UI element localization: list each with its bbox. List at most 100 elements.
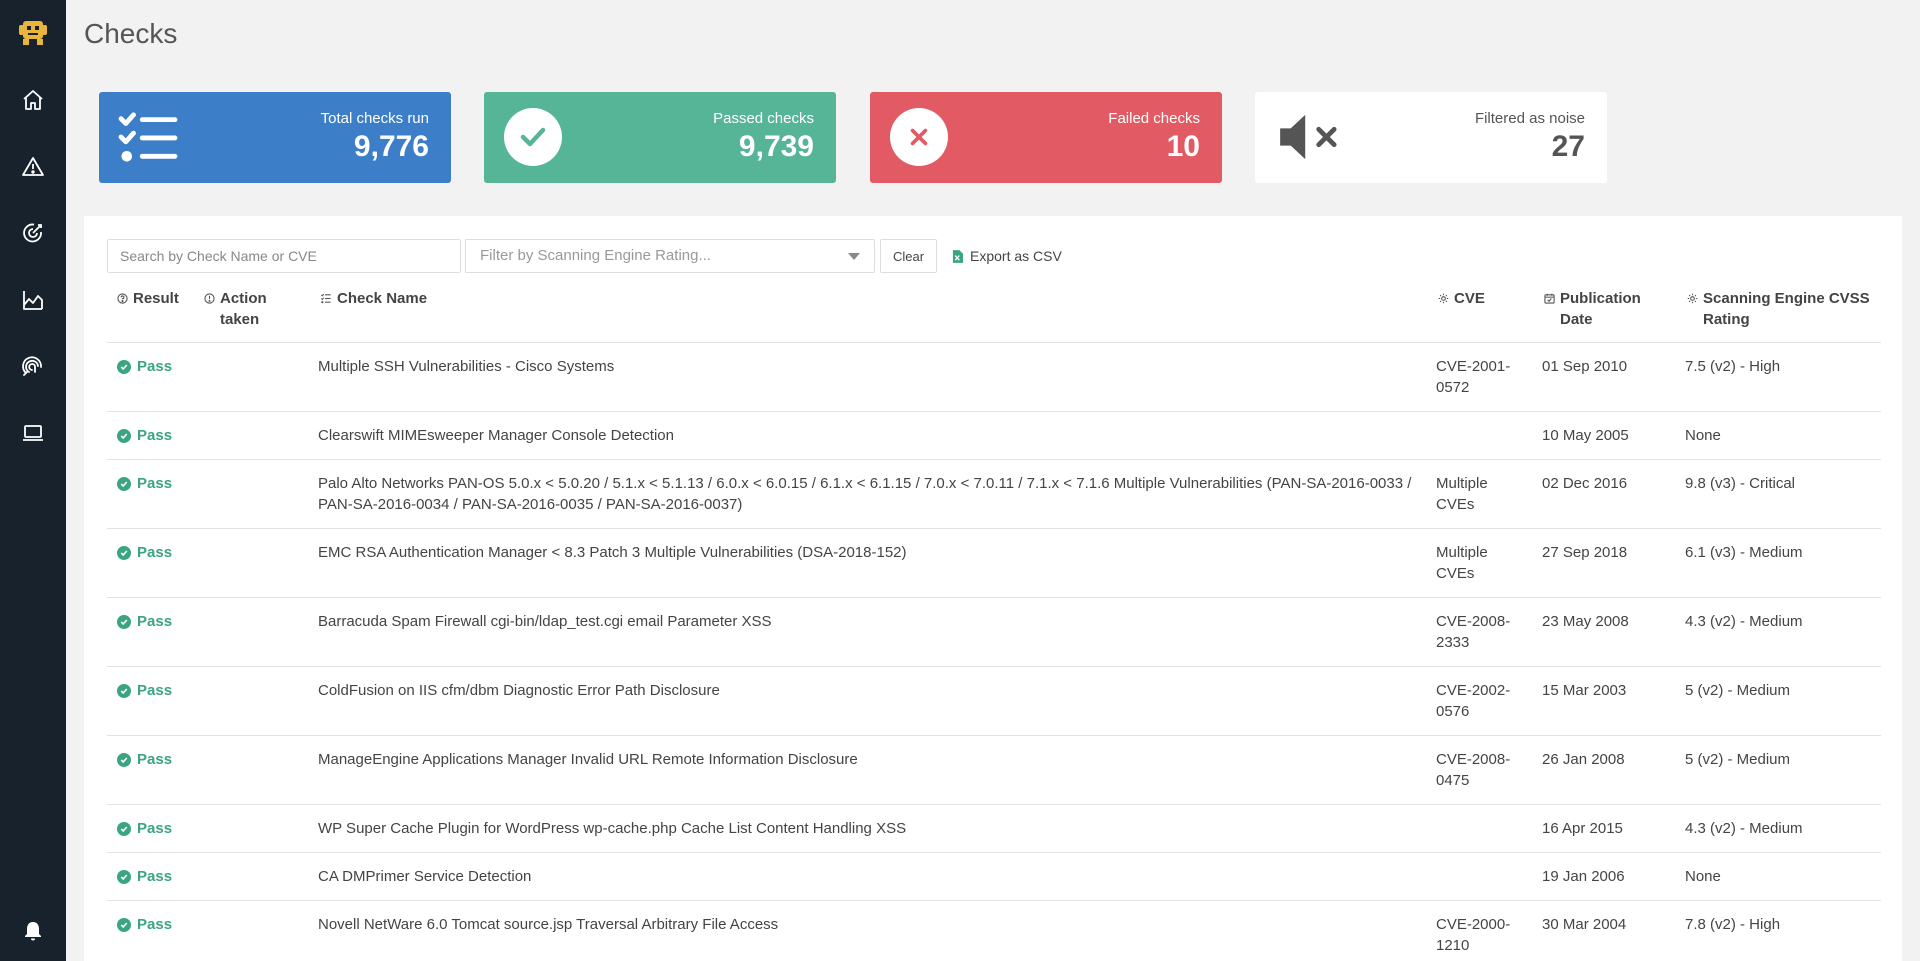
date-cell: 19 Jan 2006 bbox=[1542, 868, 1625, 885]
table-row[interactable]: Pass ManageEngine Applications Manager I… bbox=[107, 736, 1881, 805]
date-cell: 27 Sep 2018 bbox=[1542, 544, 1628, 561]
search-input[interactable] bbox=[107, 239, 461, 273]
check-name-cell: Barracuda Spam Firewall cgi-bin/ldap_tes… bbox=[318, 613, 772, 630]
check-circle-icon bbox=[117, 821, 131, 836]
table-row[interactable]: Pass Clearswift MIMEsweeper Manager Cons… bbox=[107, 412, 1881, 460]
table-row[interactable]: Pass Novell NetWare 6.0 Tomcat source.js… bbox=[107, 901, 1881, 961]
list-icon bbox=[321, 293, 331, 304]
col-cvss-rating[interactable]: Scanning Engine CVSS Rating bbox=[1687, 288, 1877, 330]
col-result[interactable]: Result bbox=[117, 288, 179, 309]
cve-cell: CVE-2000-1210 bbox=[1436, 916, 1511, 954]
rating-filter-select[interactable]: Filter by Scanning Engine Rating... bbox=[465, 239, 875, 273]
calendar-icon bbox=[1544, 293, 1555, 304]
result-cell: Pass bbox=[117, 473, 172, 494]
result-cell: Pass bbox=[117, 356, 172, 377]
check-circle-icon bbox=[117, 545, 131, 560]
result-cell: Pass bbox=[117, 914, 172, 935]
check-name-cell: ManageEngine Applications Manager Invali… bbox=[318, 751, 858, 768]
export-csv-label: Export as CSV bbox=[970, 248, 1062, 264]
failed-checks-label: Failed checks bbox=[1108, 110, 1200, 127]
table-row[interactable]: Pass CA DMPrimer Service Detection 19 Ja… bbox=[107, 853, 1881, 901]
laptop-icon[interactable] bbox=[20, 420, 46, 446]
rating-cell: 9.8 (v3) - Critical bbox=[1685, 475, 1796, 492]
table-row[interactable]: Pass Palo Alto Networks PAN-OS 5.0.x < 5… bbox=[107, 460, 1881, 529]
result-cell: Pass bbox=[117, 425, 172, 446]
excel-file-icon bbox=[952, 249, 963, 263]
date-cell: 02 Dec 2016 bbox=[1542, 475, 1628, 492]
rating-cell: 7.8 (v2) - High bbox=[1685, 916, 1781, 933]
checks-table-body: Pass Multiple SSH Vulnerabilities - Cisc… bbox=[107, 343, 1881, 961]
fingerprint-icon[interactable] bbox=[20, 353, 46, 379]
passed-checks-label: Passed checks bbox=[713, 110, 814, 127]
check-circle-icon bbox=[117, 428, 131, 443]
sidebar bbox=[0, 0, 66, 961]
total-checks-value: 9,776 bbox=[353, 130, 429, 163]
check-name-cell: Clearswift MIMEsweeper Manager Console D… bbox=[318, 427, 674, 444]
col-action-taken[interactable]: Action taken bbox=[204, 288, 294, 330]
result-cell: Pass bbox=[117, 749, 172, 770]
check-name-cell: ColdFusion on IIS cfm/dbm Diagnostic Err… bbox=[318, 682, 720, 699]
col-check-name[interactable]: Check Name bbox=[320, 288, 427, 309]
rating-cell: 7.5 (v2) - High bbox=[1685, 358, 1781, 375]
home-icon[interactable] bbox=[20, 87, 46, 113]
cve-cell: CVE-2001-0572 bbox=[1436, 358, 1511, 396]
date-cell: 23 May 2008 bbox=[1542, 613, 1629, 630]
cve-cell: Multiple CVEs bbox=[1436, 475, 1488, 513]
table-row[interactable]: Pass Barracuda Spam Firewall cgi-bin/lda… bbox=[107, 598, 1881, 667]
check-circle-icon bbox=[117, 683, 131, 698]
failed-checks-value: 10 bbox=[1166, 130, 1200, 163]
check-circle-icon bbox=[117, 359, 131, 374]
table-row[interactable]: Pass Multiple SSH Vulnerabilities - Cisc… bbox=[107, 343, 1881, 412]
table-row[interactable]: Pass EMC RSA Authentication Manager < 8.… bbox=[107, 529, 1881, 598]
result-cell: Pass bbox=[117, 818, 172, 839]
table-header: Result Action taken Check Name CVE Publi… bbox=[107, 288, 1881, 343]
check-name-cell: CA DMPrimer Service Detection bbox=[318, 868, 532, 885]
check-name-cell: EMC RSA Authentication Manager < 8.3 Pat… bbox=[318, 544, 907, 561]
cve-cell: Multiple CVEs bbox=[1436, 544, 1488, 582]
check-name-cell: Novell NetWare 6.0 Tomcat source.jsp Tra… bbox=[318, 916, 779, 933]
info-circle-icon bbox=[204, 293, 215, 304]
rating-cell: 4.3 (v2) - Medium bbox=[1685, 613, 1803, 630]
warning-icon[interactable] bbox=[20, 154, 46, 180]
noise-value: 27 bbox=[1551, 130, 1585, 163]
check-circle-icon bbox=[117, 476, 131, 491]
check-circle-icon bbox=[117, 752, 131, 767]
app-logo-icon[interactable] bbox=[16, 16, 50, 50]
passed-checks-card: Passed checks 9,739 bbox=[484, 92, 836, 183]
table-row[interactable]: Pass WP Super Cache Plugin for WordPress… bbox=[107, 805, 1881, 853]
chart-icon[interactable] bbox=[20, 287, 46, 313]
rating-cell: 4.3 (v2) - Medium bbox=[1685, 820, 1803, 837]
passed-checks-value: 9,739 bbox=[738, 130, 814, 163]
date-cell: 30 Mar 2004 bbox=[1542, 916, 1627, 933]
date-cell: 26 Jan 2008 bbox=[1542, 751, 1625, 768]
date-cell: 15 Mar 2003 bbox=[1542, 682, 1627, 699]
col-cve[interactable]: CVE bbox=[1438, 288, 1485, 309]
check-circle-icon bbox=[117, 917, 131, 932]
question-circle-icon bbox=[117, 293, 128, 304]
bell-icon[interactable] bbox=[20, 918, 46, 944]
cve-cell: CVE-2008-2333 bbox=[1436, 613, 1511, 651]
date-cell: 16 Apr 2015 bbox=[1542, 820, 1623, 837]
rating-cell: 6.1 (v3) - Medium bbox=[1685, 544, 1803, 561]
total-checks-label: Total checks run bbox=[320, 110, 429, 127]
result-cell: Pass bbox=[117, 542, 172, 563]
target-icon[interactable] bbox=[20, 220, 46, 246]
cve-cell: CVE-2002-0576 bbox=[1436, 682, 1511, 720]
export-csv-button[interactable]: Export as CSV bbox=[952, 239, 1062, 273]
rating-cell: None bbox=[1685, 868, 1721, 885]
cve-cell: CVE-2008-0475 bbox=[1436, 751, 1511, 789]
date-cell: 10 May 2005 bbox=[1542, 427, 1629, 444]
table-row[interactable]: Pass ColdFusion on IIS cfm/dbm Diagnosti… bbox=[107, 667, 1881, 736]
rating-cell: 5 (v2) - Medium bbox=[1685, 682, 1791, 699]
noise-card: Filtered as noise 27 bbox=[1255, 92, 1607, 183]
noise-label: Filtered as noise bbox=[1474, 110, 1585, 127]
clear-button[interactable]: Clear bbox=[880, 239, 937, 273]
mute-icon bbox=[1275, 106, 1347, 168]
check-circle-icon bbox=[504, 108, 562, 166]
rating-filter-placeholder: Filter by Scanning Engine Rating... bbox=[480, 247, 711, 264]
col-publication-date[interactable]: Publication Date bbox=[1544, 288, 1664, 330]
x-circle-icon bbox=[890, 108, 948, 166]
rating-cell: 5 (v2) - Medium bbox=[1685, 751, 1791, 768]
check-circle-icon bbox=[117, 614, 131, 629]
result-cell: Pass bbox=[117, 680, 172, 701]
